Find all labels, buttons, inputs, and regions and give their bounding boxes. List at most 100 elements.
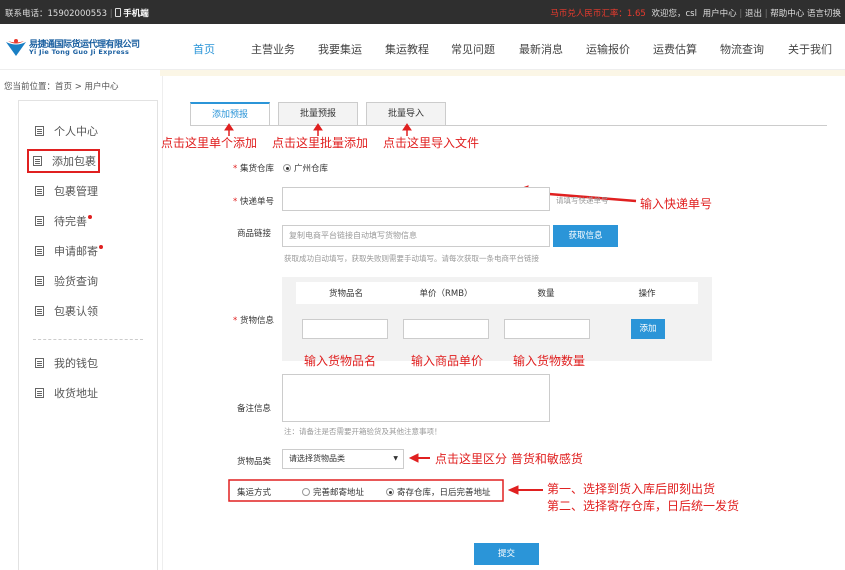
link-hint: 获取成功自动填写，获取失败则需要手动填写。请每次获取一条电商平台链接: [284, 254, 539, 263]
sidebar-item-label: 包裹管理: [54, 185, 98, 198]
top-bar: 联系电话：15902000553 | 手机端 马币兑人民币汇率：1.65 欢迎您…: [0, 0, 845, 24]
sidebar-item-address[interactable]: 收货地址: [35, 385, 98, 401]
remark-textarea[interactable]: [282, 374, 550, 422]
sidebar-item-label: 添加包裹: [52, 155, 96, 168]
method-label: 集运方式: [237, 488, 272, 498]
goods-name-input[interactable]: [302, 319, 388, 339]
sidebar-item-package-manage[interactable]: 包裹管理: [35, 183, 98, 199]
list-icon: [35, 388, 44, 398]
category-select[interactable]: 请选择货物品类 ▼: [282, 449, 404, 469]
tracking-hint: 请填写快递单号: [556, 196, 609, 205]
nav-news[interactable]: 最新消息: [519, 41, 563, 57]
sidebar-item-claim[interactable]: 包裹认领: [35, 303, 98, 319]
submit-button[interactable]: 提交: [474, 543, 539, 565]
warehouse-option[interactable]: 广州仓库: [283, 162, 328, 174]
tab-add-forecast[interactable]: 添加预报: [190, 102, 270, 126]
unit-price-input[interactable]: [403, 319, 489, 339]
category-label: 货物品类: [237, 457, 272, 467]
sidebar-item-label: 我的钱包: [54, 357, 98, 370]
radio-icon[interactable]: [283, 164, 291, 172]
tracking-input[interactable]: [282, 187, 550, 211]
list-icon: [35, 126, 44, 136]
sidebar-item-label: 个人中心: [54, 125, 98, 138]
list-icon: [35, 186, 44, 196]
category-selected-value: 请选择货物品类: [289, 454, 345, 463]
nav-tracking[interactable]: 物流查询: [720, 41, 764, 57]
method-option-store[interactable]: 寄存仓库，日后完善地址: [386, 486, 491, 498]
fetch-info-button[interactable]: 获取信息: [553, 225, 618, 247]
tab-underline: [190, 125, 827, 126]
tracking-label: * 快递单号: [233, 197, 274, 207]
link-placeholder: 复制电商平台链接自动填写货物信息: [289, 231, 417, 240]
annotation-quantity: 输入货物数量: [513, 354, 586, 368]
sidebar-item-label: 验货查询: [54, 275, 98, 288]
sidebar-divider: [33, 339, 143, 340]
link-label: 商品链接: [237, 229, 272, 239]
method-option-mail[interactable]: 完善邮寄地址: [302, 486, 364, 498]
tab-batch-forecast[interactable]: 批量预报: [278, 102, 358, 126]
list-icon: [35, 216, 44, 226]
mobile-link[interactable]: 手机端: [123, 9, 149, 19]
nav-quote[interactable]: 运输报价: [586, 41, 630, 57]
list-icon: [35, 276, 44, 286]
nav-faq[interactable]: 常见问题: [451, 41, 495, 57]
sidebar: 个人中心 添加包裹 包裹管理 待完善 申请邮寄 验货查询 包裹认领 我的钱包 收…: [18, 100, 158, 570]
radio-icon[interactable]: [302, 488, 310, 496]
quantity-input[interactable]: [504, 319, 590, 339]
nav-tutorial[interactable]: 集运教程: [385, 41, 429, 57]
notification-dot: [99, 245, 103, 249]
nav-services[interactable]: 主营业务: [251, 41, 295, 57]
add-goods-button[interactable]: 添加: [631, 319, 665, 339]
sidebar-item-apply-mail[interactable]: 申请邮寄: [35, 243, 103, 259]
contact-phone: 联系电话：15902000553: [5, 9, 107, 19]
remark-hint: 注：请备注是否需要开箱验货及其他注意事项！: [284, 427, 442, 436]
contact-info: 联系电话：15902000553 | 手机端: [5, 8, 149, 19]
logout-link[interactable]: 退出: [745, 9, 762, 19]
remark-label: 备注信息: [237, 404, 272, 414]
annotation-goods-name: 输入货物品名: [304, 354, 377, 368]
logo-mark-icon: [6, 39, 26, 56]
nav-home[interactable]: 首页: [193, 41, 215, 57]
sidebar-item-label: 包裹认领: [54, 305, 98, 318]
language-switch[interactable]: 语言切换: [807, 9, 841, 19]
annotation-tab-single: 点击这里单个添加: [161, 136, 258, 150]
sidebar-item-personal-center[interactable]: 个人中心: [35, 123, 98, 139]
welcome-text: 欢迎您，csl: [651, 9, 697, 19]
help-center-link[interactable]: 帮助中心: [770, 9, 804, 19]
sidebar-item-wallet[interactable]: 我的钱包: [35, 355, 98, 371]
warehouse-label: * 集货仓库: [233, 164, 274, 174]
tab-batch-import[interactable]: 批量导入: [366, 102, 446, 126]
annotation-tab-import: 点击这里导入文件: [383, 136, 480, 150]
company-logo[interactable]: 易捷通国际货运代理有限公司 Yi Jie Tong Guo Ji Express: [5, 37, 140, 59]
annotation-tab-batch: 点击这里批量添加: [272, 136, 369, 150]
header-quantity: 数量: [537, 289, 555, 299]
main-nav: 易捷通国际货运代理有限公司 Yi Jie Tong Guo Ji Express…: [0, 24, 845, 70]
sidebar-item-inspection[interactable]: 验货查询: [35, 273, 98, 289]
goods-label: * 货物信息: [233, 316, 274, 326]
user-center-link[interactable]: 用户中心: [703, 9, 737, 19]
nav-about[interactable]: 关于我们: [788, 41, 832, 57]
sidebar-item-add-package[interactable]: 添加包裹: [27, 149, 100, 173]
annotation-category: 点击这里区分 普货和敏感货: [435, 452, 583, 466]
list-icon: [35, 306, 44, 316]
header-unit-price: 单价（RMB）: [419, 289, 473, 299]
logo-text-en: Yi Jie Tong Guo Ji Express: [29, 48, 130, 56]
annotation-method-2: 第二、选择寄存仓库，日后统一发货: [547, 499, 740, 513]
radio-icon[interactable]: [386, 488, 394, 496]
list-icon: [33, 156, 42, 166]
annotation-tracking: 输入快递单号: [640, 197, 713, 211]
sidebar-item-label: 收货地址: [54, 387, 98, 400]
list-icon: [35, 246, 44, 256]
exchange-rate: 马币兑人民币汇率：1.65: [550, 9, 646, 19]
header-goods-name: 货物品名: [328, 289, 363, 299]
sidebar-item-label: 待完善: [54, 215, 87, 228]
sidebar-item-label: 申请邮寄: [54, 245, 98, 258]
nav-estimate[interactable]: 运费估算: [653, 41, 697, 57]
link-input[interactable]: 复制电商平台链接自动填写货物信息: [282, 225, 550, 247]
sidebar-item-pending[interactable]: 待完善: [35, 213, 92, 229]
nav-consolidate[interactable]: 我要集运: [318, 41, 362, 57]
breadcrumb: 您当前位置：首页 > 用户中心: [4, 82, 119, 92]
annotation-unit-price: 输入商品单价: [411, 354, 484, 368]
user-links: 马币兑人民币汇率：1.65 欢迎您，csl 用户中心 | 退出 | 帮助中心 语…: [550, 9, 841, 19]
list-icon: [35, 358, 44, 368]
